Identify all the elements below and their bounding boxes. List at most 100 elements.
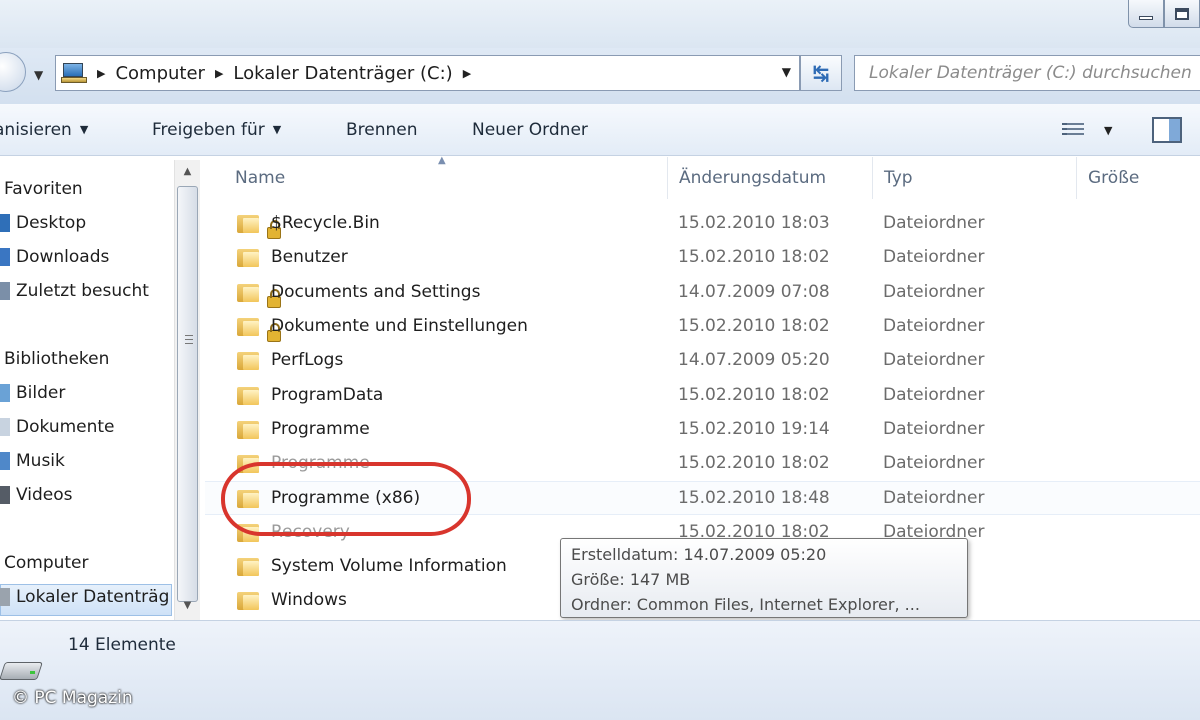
cell-date: 15.02.2010 18:02: [678, 453, 830, 474]
table-row[interactable]: $Recycle.Bin 15.02.2010 18:03 Dateiordner: [205, 207, 1200, 241]
table-row[interactable]: PerfLogs 14.07.2009 05:20 Dateiordner: [205, 344, 1200, 378]
tooltip-created: Erstelldatum: 14.07.2009 05:20: [571, 545, 827, 564]
nav-label: Bilder: [16, 383, 66, 403]
nav-label: Desktop: [16, 213, 87, 233]
table-row[interactable]: Dokumente und Einstellungen 15.02.2010 18…: [205, 310, 1200, 344]
cell-date: 15.02.2010 19:14: [678, 418, 830, 439]
nav-label: Lokaler Datenträg: [16, 587, 170, 607]
nav-item-downloads[interactable]: Downloads: [0, 247, 110, 267]
chevron-down-icon: ▼: [272, 123, 282, 136]
forward-button[interactable]: [0, 52, 26, 92]
breadcrumb-drive[interactable]: Lokaler Datenträger (C:): [233, 63, 452, 84]
column-divider[interactable]: [667, 157, 668, 199]
breadcrumb-arrow-icon[interactable]: ▶: [215, 67, 223, 80]
locked-folder-icon: [237, 283, 281, 308]
nav-computer-header[interactable]: Computer: [4, 553, 89, 573]
window-controls: [1128, 0, 1200, 28]
nav-favorites-header[interactable]: Favoriten: [4, 179, 83, 199]
column-divider[interactable]: [872, 157, 873, 199]
nav-libraries-header[interactable]: Bibliotheken: [4, 349, 109, 369]
nav-item-recent[interactable]: Zuletzt besucht: [0, 281, 149, 301]
folder-icon: [237, 558, 259, 576]
breadcrumb-arrow-icon[interactable]: ▶: [97, 67, 105, 80]
scroll-thumb[interactable]: [177, 186, 198, 602]
nav-item-local-disk[interactable]: Lokaler Datenträg: [0, 587, 170, 607]
command-bar: anisieren ▼ Freigeben für ▼ Brennen Neuer …: [0, 104, 1200, 156]
videos-icon: [0, 486, 10, 504]
cell-name: Dokumente und Einstellungen: [271, 315, 528, 336]
locked-folder-icon: [237, 215, 281, 239]
organize-menu-button[interactable]: anisieren ▼: [0, 120, 88, 140]
computer-icon: [61, 62, 87, 84]
locked-folder-icon: [237, 317, 281, 342]
nav-label: Dokumente: [16, 417, 115, 437]
nav-scrollbar[interactable]: ▲ ▼: [174, 160, 200, 620]
table-row[interactable]: Programme 15.02.2010 19:14 Dateiordner: [205, 413, 1200, 447]
column-divider[interactable]: [1076, 157, 1077, 199]
minimize-icon: [1139, 15, 1153, 20]
column-header-type[interactable]: Typ: [884, 168, 913, 188]
cell-name: $Recycle.Bin: [271, 213, 380, 233]
cell-date: 14.07.2009 05:20: [678, 350, 830, 371]
preview-pane-icon[interactable]: [1152, 117, 1182, 143]
cell-date: 15.02.2010 18:48: [678, 488, 830, 509]
drive-icon: [0, 656, 43, 682]
watermark: © PC Magazin: [12, 688, 133, 708]
address-dropdown-icon[interactable]: ▼: [782, 65, 791, 79]
share-menu-button[interactable]: Freigeben für ▼: [152, 120, 281, 140]
new-folder-button[interactable]: Neuer Ordner: [472, 120, 588, 140]
search-box[interactable]: [854, 55, 1200, 91]
recent-pages-dropdown[interactable]: ▼: [34, 68, 43, 82]
column-header-name[interactable]: Name: [235, 168, 285, 188]
title-bar: [0, 0, 1200, 48]
cell-type: Dateiordner: [883, 281, 985, 302]
documents-icon: [0, 418, 10, 436]
breadcrumb-arrow-icon[interactable]: ▶: [463, 67, 471, 80]
cell-name: Benutzer: [271, 247, 348, 268]
burn-button[interactable]: Brennen: [346, 120, 418, 140]
tooltip-size: Größe: 147 MB: [571, 570, 691, 589]
nav-label: Musik: [16, 451, 65, 471]
folder-icon: [237, 352, 259, 371]
nav-label: Zuletzt besucht: [16, 281, 149, 301]
nav-item-desktop[interactable]: Desktop: [0, 213, 87, 233]
maximize-button[interactable]: [1164, 0, 1200, 28]
cell-date: 15.02.2010 18:02: [678, 315, 830, 336]
column-header-size[interactable]: Größe: [1088, 168, 1139, 188]
cell-date: 15.02.2010 18:02: [678, 247, 830, 268]
desktop-icon: [0, 214, 10, 232]
sort-ascending-icon: ▲: [438, 155, 446, 166]
nav-item-documents[interactable]: Dokumente: [0, 417, 115, 437]
cell-name: Programme: [271, 418, 370, 439]
nav-item-videos[interactable]: Videos: [0, 485, 73, 505]
folder-icon: [237, 420, 259, 439]
search-input[interactable]: [869, 63, 1200, 83]
nav-item-pictures[interactable]: Bilder: [0, 383, 66, 403]
table-row[interactable]: ProgramData 15.02.2010 18:02 Dateiordner: [205, 379, 1200, 413]
scroll-down-icon[interactable]: ▼: [175, 594, 200, 618]
folder-icon: [237, 592, 259, 611]
cell-name: ProgramData: [271, 384, 384, 405]
hard-drive-icon: [0, 588, 10, 606]
address-bar[interactable]: ▶ Computer ▶ Lokaler Datenträger (C:) ▶ …: [55, 55, 800, 91]
table-row[interactable]: Benutzer 15.02.2010 18:02 Dateiordner: [205, 241, 1200, 275]
refresh-button[interactable]: ↹: [800, 55, 842, 91]
cell-type: Dateiordner: [883, 488, 985, 509]
folder-icon: [237, 386, 259, 405]
minimize-button[interactable]: [1128, 0, 1164, 28]
nav-item-music[interactable]: Musik: [0, 451, 65, 471]
cell-date: 14.07.2009 07:08: [678, 281, 830, 302]
nav-label: Downloads: [16, 247, 110, 267]
cell-type: Dateiordner: [883, 453, 985, 474]
view-options-dropdown-icon[interactable]: ▼: [1104, 124, 1112, 137]
highlight-annotation: [221, 462, 471, 536]
folder-tooltip: Erstelldatum: 14.07.2009 05:20 Größe: 14…: [560, 538, 968, 618]
scroll-up-icon[interactable]: ▲: [175, 160, 200, 184]
tooltip-folders: Ordner: Common Files, Internet Explorer,…: [571, 595, 920, 614]
music-icon: [0, 452, 10, 470]
breadcrumb-computer[interactable]: Computer: [115, 63, 204, 84]
view-details-icon[interactable]: [1062, 123, 1084, 139]
column-header-date[interactable]: Änderungsdatum: [679, 168, 826, 188]
table-row[interactable]: Documents and Settings 14.07.2009 07:08 Da…: [205, 276, 1200, 310]
cell-type: Dateiordner: [883, 350, 985, 371]
